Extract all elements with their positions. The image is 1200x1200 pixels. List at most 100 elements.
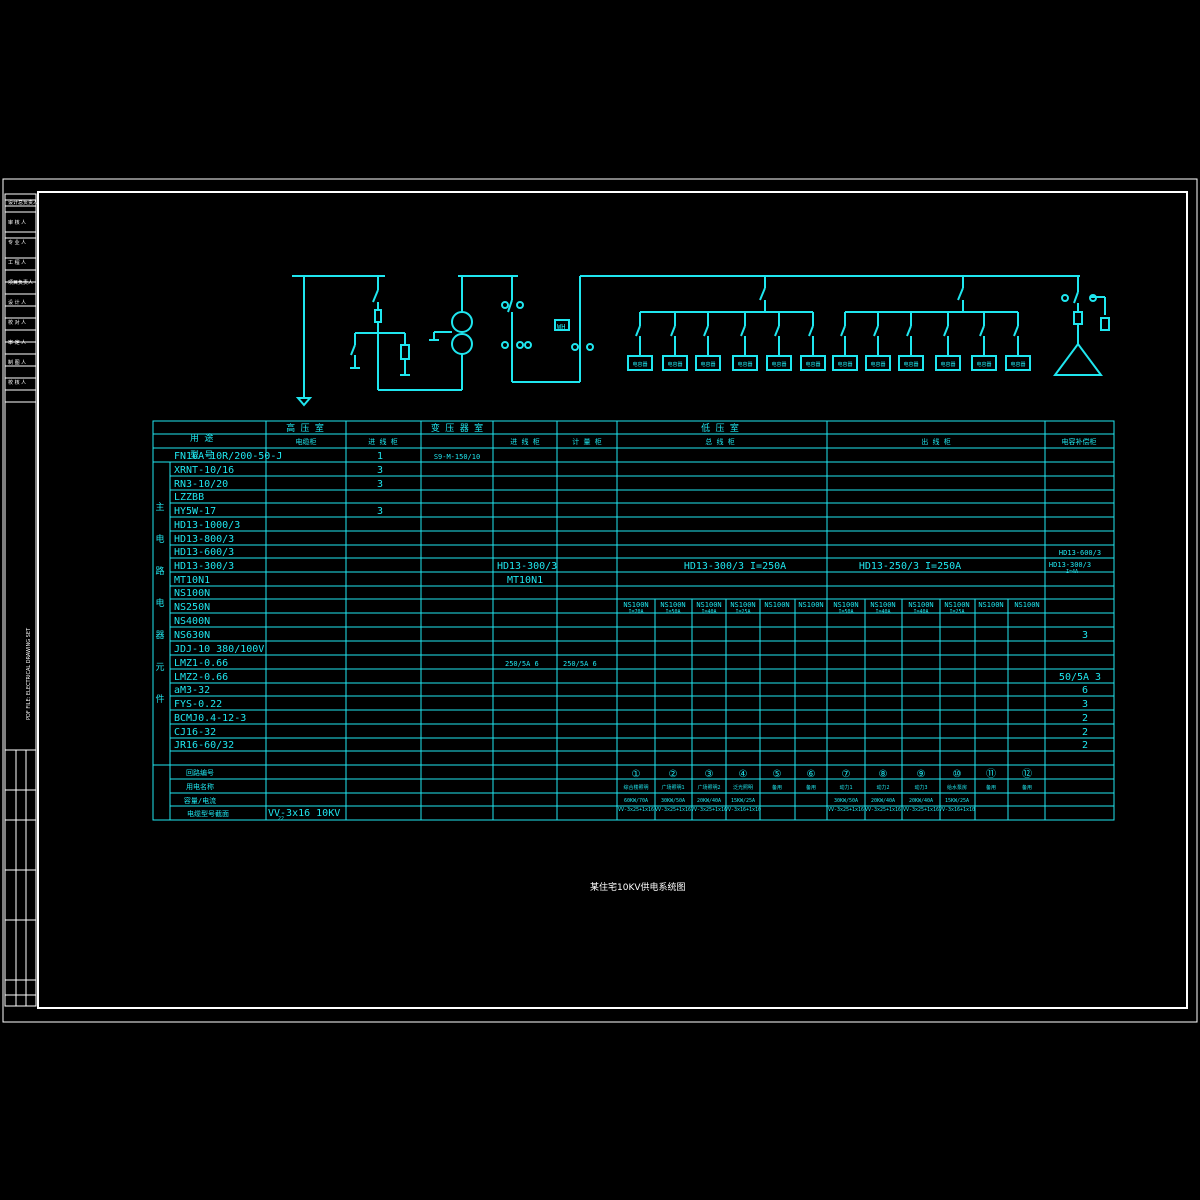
component-name: LMZ1-0.66 <box>174 658 228 669</box>
circuit-no: ③ <box>705 769 714 780</box>
side-block-label: 设计总负责人 <box>8 199 38 206</box>
circuit-no: ② <box>669 769 678 780</box>
outgoing-value: HD13-250/3 I=250A <box>859 561 961 572</box>
component-name: JDJ-10 380/100V <box>174 644 264 655</box>
section-label-char: 件 <box>155 693 164 705</box>
capacitor-value: I=4A <box>1066 569 1078 575</box>
transformer-model: S9-M-150/10 <box>434 453 480 461</box>
capacitor-value: 6 <box>1082 685 1088 696</box>
breaker-current: I=40A <box>701 609 716 615</box>
component-name: HD13-300/3 <box>174 561 234 572</box>
breaker-model: NS100N <box>978 601 1003 609</box>
cable-cabinet-label: 电缆柜 <box>296 437 317 446</box>
meter-label: WH <box>557 323 565 331</box>
side-block-label: 制 图 人 <box>8 359 26 366</box>
outgoing-cabinet-label: 出 线 柜 <box>921 437 950 446</box>
feeder-box-label: 电容器 <box>976 361 991 368</box>
circuit-no: ⑤ <box>773 769 782 780</box>
circuit-name: 备用 <box>986 784 996 791</box>
section-label-char: 主 <box>155 501 164 513</box>
capacitor-cabinet-label: 电容补偿柜 <box>1062 437 1097 446</box>
breaker-model: NS100N <box>870 601 895 609</box>
circuit-name: 广场照明1 <box>661 784 684 791</box>
capacitor-value: 2 <box>1082 713 1088 724</box>
circuit-capacity: 20KW/40A <box>697 798 721 804</box>
capacitor-value: HD13-300/3 <box>1049 561 1091 569</box>
circuit-no: ④ <box>739 769 748 780</box>
component-name: LMZ2-0.66 <box>174 672 228 683</box>
circuit-no: ⑨ <box>917 769 926 780</box>
component-name: HD13-800/3 <box>174 534 234 545</box>
side-block-label: 审 核 人 <box>8 219 26 226</box>
circuit-capacity: 60KW/70A <box>624 798 648 804</box>
circuit-cable: VV-3x25+1x16 <box>618 807 654 813</box>
component-name: HY5W-17 <box>174 506 216 517</box>
circuit-name: 广场照明2 <box>697 784 720 791</box>
side-block-label: 设 计 人 <box>8 299 26 306</box>
circuit-no: ⑫ <box>1022 768 1032 780</box>
feeder-box-label: 电容器 <box>837 361 852 368</box>
component-name: aM3-32 <box>174 685 210 696</box>
breaker-model: NS100N <box>764 601 789 609</box>
component-name: MT10N1 <box>174 575 210 586</box>
breaker-model: NS100N <box>1014 601 1039 609</box>
circuit-no-label: 回路编号 <box>186 768 214 777</box>
breaker-model: NS100N <box>660 601 685 609</box>
breaker-current: I=25A <box>949 609 964 615</box>
component-name: XRNT-10/16 <box>174 465 234 476</box>
side-block-label: 专 业 人 <box>8 239 26 246</box>
circuit-cable: VV-3x25+1x16 <box>655 807 691 813</box>
hv-value: 1 <box>377 451 383 462</box>
section-label-char: 路 <box>155 565 164 577</box>
circuit-no: ⑩ <box>953 769 962 780</box>
circuit-cable: VV-3x25+1x16 <box>828 807 864 813</box>
component-name: BCMJ0.4-12-3 <box>174 713 246 724</box>
side-block-label: 项目负责人 <box>8 279 33 286</box>
lv-incoming-value: 250/5A 6 <box>505 660 539 668</box>
section-label-char: 元 <box>155 663 164 673</box>
circuit-cable: VV-3x16+1x10 <box>725 807 761 813</box>
breaker-model: NS100N <box>696 601 721 609</box>
breaker-model: NS100N <box>944 601 969 609</box>
breaker-model: NS100N <box>908 601 933 609</box>
side-block-label: 校 核 人 <box>8 379 26 386</box>
circuit-name: 备用 <box>772 784 782 791</box>
component-name: JR16-60/32 <box>174 740 234 751</box>
circuit-cable: VV-3x16+1x10 <box>939 807 975 813</box>
breaker-current: I=50A <box>838 609 853 615</box>
capacitor-value: 3 <box>1082 630 1088 641</box>
circuit-cable: VV-3x25+1x16 <box>903 807 939 813</box>
hv-value: 3 <box>377 479 383 490</box>
drawing-sheet: PDF FILE: ELECTRICAL DRAWING SET 设计总负责人审… <box>0 0 1200 1200</box>
feeder-box-label: 电容器 <box>870 361 885 368</box>
circuit-capacity: 20KW/40A <box>871 798 895 804</box>
use-label: 用 途 <box>190 432 213 444</box>
feeder-box-label: 电容器 <box>805 361 820 368</box>
hv-room-label: 高 压 室 <box>286 422 324 434</box>
feeder-box-label: 电容器 <box>771 361 786 368</box>
general-cabinet-label: 总 线 柜 <box>705 437 734 446</box>
feeder-box-label: 电容器 <box>700 361 715 368</box>
feeder-box-label: 电容器 <box>737 361 752 368</box>
circuit-name: 动力3 <box>914 784 927 791</box>
circuit-no: ⑥ <box>807 769 816 780</box>
circuit-capacity: 30KW/50A <box>661 798 685 804</box>
circuit-no: ⑧ <box>879 769 888 780</box>
circuit-name: 泛光照明 <box>733 784 753 791</box>
capacitor-value: 3 <box>1082 699 1088 710</box>
side-block-label: 审 定 人 <box>8 339 26 346</box>
circuit-name: 动力1 <box>839 784 852 791</box>
feeder-box-label: 电容器 <box>1010 361 1025 368</box>
capacitor-value: HD13-600/3 <box>1059 549 1101 557</box>
circuit-cable: VV-3x25+1x16 <box>865 807 901 813</box>
component-name: FYS-0.22 <box>174 699 222 710</box>
capacitor-value: 50/5A 3 <box>1059 672 1101 683</box>
component-name: NS400N <box>174 616 210 627</box>
component-name: RN3-10/20 <box>174 479 228 490</box>
side-vertical-text: PDF FILE: ELECTRICAL DRAWING SET <box>26 627 32 720</box>
lv-incoming-value: MT10N1 <box>507 575 543 586</box>
circuit-name: 综合楼照明 <box>623 784 648 791</box>
hv-cable-subscript: 22 <box>278 816 284 822</box>
circuit-capacity: 15KW/25A <box>731 798 755 804</box>
component-name: HD13-1000/3 <box>174 520 240 531</box>
